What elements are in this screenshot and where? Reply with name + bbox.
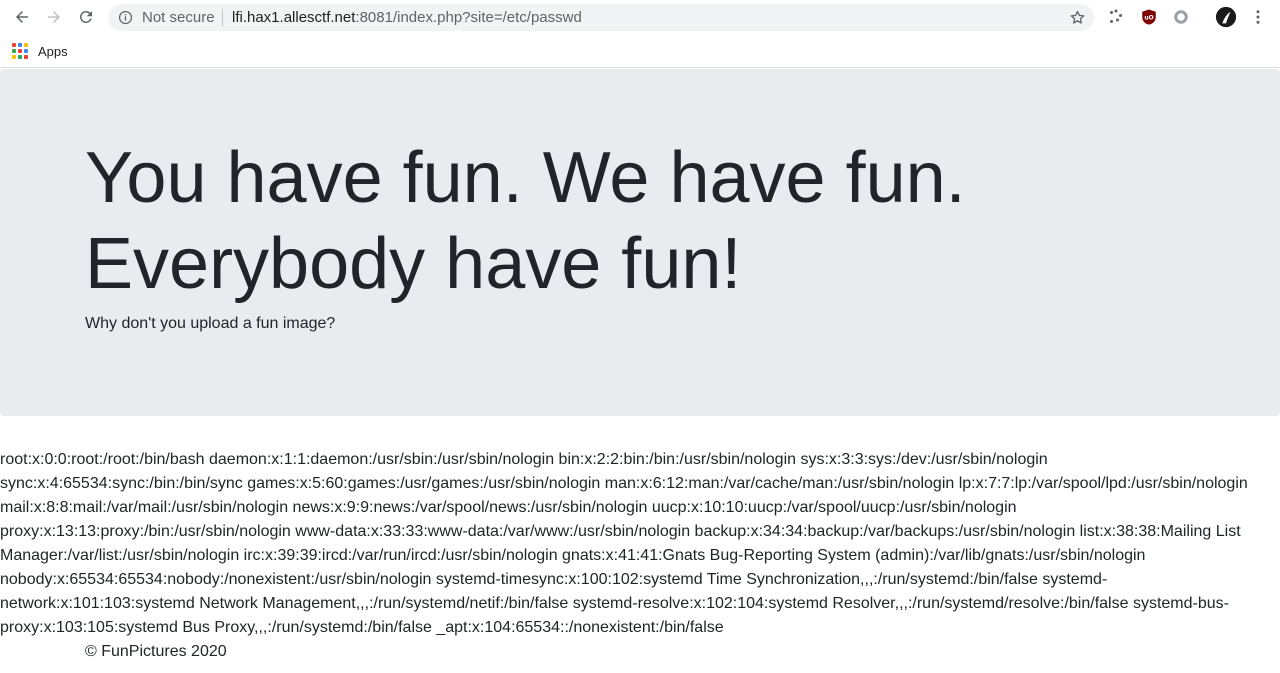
browser-toolbar: Not secure lfi.hax1.allesctf.net:8081/in… [0,0,1280,34]
extension-circle-button[interactable] [1171,7,1191,27]
svg-text:uO: uO [1144,15,1153,22]
address-separator [222,9,223,26]
url-path: :8081/index.php?site=/etc/passwd [355,9,582,26]
forward-arrow-icon [48,11,60,23]
kebab-menu-icon [1256,10,1260,24]
dotted-arrow-icon [1110,9,1122,23]
url-text[interactable]: lfi.hax1.allesctf.net:8081/index.php?sit… [232,9,582,26]
browser-menu-button[interactable] [1248,7,1268,27]
profile-avatar[interactable] [1215,6,1237,28]
forward-button[interactable] [42,5,66,29]
address-bar[interactable]: Not secure lfi.hax1.allesctf.net:8081/in… [108,4,1094,31]
bookmarks-bar: Apps [0,34,1280,68]
circle-extension-icon [1174,10,1188,24]
hero-title: You have fun. We have fun. Everybody hav… [85,138,966,304]
url-host: lfi.hax1.allesctf.net [232,9,356,26]
extension-cast-icon[interactable] [1106,7,1126,27]
avatar-icon [1215,6,1237,28]
included-file-content: root:x:0:0:root:/root:/bin/bash daemon:x… [0,451,1248,636]
ublock-shield-icon: uO [1142,9,1156,25]
hero-lead: Why don't you upload a fun image? [85,315,336,332]
apps-bookmark[interactable]: Apps [12,41,68,61]
security-status[interactable]: Not secure [142,9,215,26]
reload-icon [79,10,92,23]
hero-jumbotron: You have fun. We have fun. Everybody hav… [0,69,1280,416]
back-arrow-icon [16,11,28,23]
footer-copyright: © FunPictures 2020 [85,643,227,660]
back-button[interactable] [10,5,34,29]
reload-button[interactable] [74,5,98,29]
apps-label: Apps [38,43,68,59]
apps-grid-icon [12,43,28,59]
info-icon[interactable] [118,10,133,25]
ublock-extension-button[interactable]: uO [1139,7,1159,27]
bookmark-star-icon[interactable] [1069,9,1086,26]
